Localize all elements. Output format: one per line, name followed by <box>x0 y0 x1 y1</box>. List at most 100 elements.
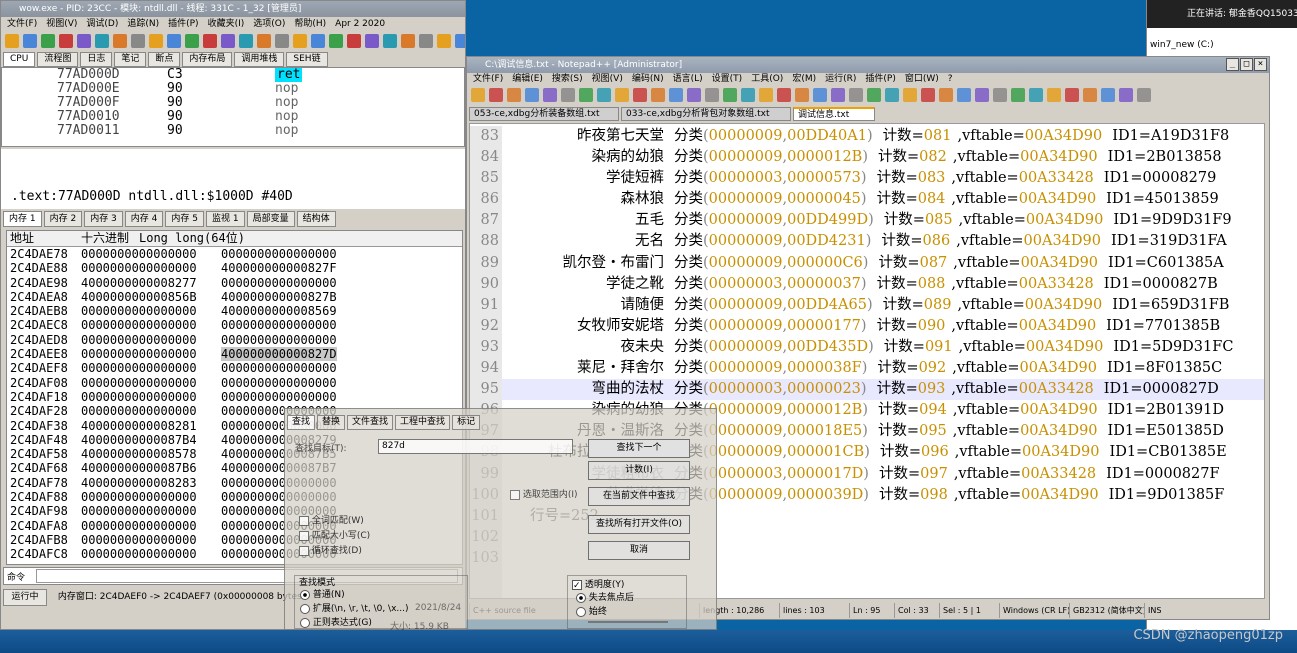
toolbar-icon[interactable] <box>561 88 575 102</box>
menu-item[interactable]: 视图(V) <box>592 72 623 86</box>
disasm-row[interactable]: 77AD000F 90 nop <box>57 96 464 110</box>
disassembly-pane[interactable]: 77AD000D C3 ret 77AD000E 90 nop 77AD000F 90 nop 7… <box>1 67 465 147</box>
menu-item[interactable]: 插件(P) <box>168 17 198 31</box>
toolbar-icon[interactable] <box>113 34 127 48</box>
tab-2[interactable]: 日志 <box>80 52 113 67</box>
toolbar-icon[interactable] <box>795 88 809 102</box>
toolbar-icon[interactable] <box>203 34 217 48</box>
disasm-row[interactable]: 77AD0010 90 nop <box>57 110 464 124</box>
toolbar-icon[interactable] <box>347 34 361 48</box>
toolbar-icon[interactable] <box>759 88 773 102</box>
toolbar-icon[interactable] <box>329 34 343 48</box>
menu-item[interactable]: 调试(D) <box>86 17 118 31</box>
toolbar-icon[interactable] <box>41 34 55 48</box>
tab-7[interactable]: SEH链 <box>286 52 328 67</box>
menu-item[interactable]: 追踪(N) <box>127 17 159 31</box>
memory-tab-2[interactable]: 内存 3 <box>84 211 123 227</box>
file-tab[interactable]: 调试信息.txt <box>793 107 875 121</box>
toolbar-icon[interactable] <box>5 34 19 48</box>
toolbar-icon[interactable] <box>77 34 91 48</box>
dump-row[interactable]: 2C4DAEB8 0000000000000000 4000000000008569 <box>7 304 462 318</box>
find-tab-4[interactable]: 标记 <box>452 415 481 430</box>
find-tab-0[interactable]: 查找 <box>287 415 316 430</box>
toolbar-icon[interactable] <box>777 88 791 102</box>
disasm-row[interactable]: 77AD000D C3 ret <box>57 68 464 82</box>
menu-item[interactable]: 收藏夹(I) <box>208 17 245 31</box>
menu-item[interactable]: 插件(P) <box>865 72 895 86</box>
toolbar-icon[interactable] <box>669 88 683 102</box>
menu-item[interactable]: 运行(R) <box>825 72 856 86</box>
toolbar-icon[interactable] <box>903 88 917 102</box>
toolbar-icon[interactable] <box>293 34 307 48</box>
toolbar-icon[interactable] <box>633 88 647 102</box>
mode-option[interactable]: 普通(N) <box>300 588 409 602</box>
editor-line[interactable]: 94 莱尼・拜舍尔 分类 (00000009,0000038F) 计数= 092 ,vfta… <box>470 358 1264 380</box>
find-option[interactable]: 匹配大小写(C) <box>299 529 370 544</box>
menu-item[interactable]: 编辑(E) <box>512 72 543 86</box>
file-tab[interactable]: 053-ce,xdbg分析装备数组.txt <box>469 107 619 121</box>
menu-item[interactable]: ? <box>948 72 953 86</box>
toolbar-icon[interactable] <box>651 88 665 102</box>
toolbar-icon[interactable] <box>957 88 971 102</box>
trans-option[interactable]: 始终 <box>576 605 634 619</box>
toolbar-icon[interactable] <box>507 88 521 102</box>
toolbar-icon[interactable] <box>831 88 845 102</box>
close-button[interactable]: × <box>1254 58 1267 71</box>
memory-tab-7[interactable]: 结构体 <box>296 211 336 227</box>
toolbar-icon[interactable] <box>185 34 199 48</box>
toolbar-icon[interactable] <box>867 88 881 102</box>
tab-3[interactable]: 笔记 <box>114 52 147 67</box>
dump-row[interactable]: 2C4DAEE8 0000000000000000 400000000000827D <box>7 347 462 362</box>
editor-line[interactable]: 88 无名 分类 (00000009,00DD4231) 计数= 086 ,vftable=… <box>470 231 1264 253</box>
dump-row[interactable]: 2C4DAEA8 400000000000856B 400000000000827B <box>7 290 462 304</box>
editor-line[interactable]: 86 森林狼 分类 (00000009,00000045) 计数= 084 ,vftable… <box>470 189 1264 211</box>
option-checkbox[interactable] <box>299 515 309 526</box>
minimize-button[interactable]: _ <box>1226 58 1239 71</box>
dump-row[interactable]: 2C4DAE78 0000000000000000 0000000000000000 <box>7 247 462 261</box>
dump-row[interactable]: 2C4DAEC8 0000000000000000 0000000000000000 <box>7 318 462 332</box>
trans-radio[interactable] <box>576 606 586 617</box>
tab-1[interactable]: 流程图 <box>37 52 79 67</box>
toolbar-icon[interactable] <box>813 88 827 102</box>
toolbar-icon[interactable] <box>1119 88 1133 102</box>
toolbar-icon[interactable] <box>741 88 755 102</box>
toolbar-icon[interactable] <box>23 34 37 48</box>
toolbar-icon[interactable] <box>167 34 181 48</box>
editor-line[interactable]: 95 弯曲的法杖 分类 (00000003,00000023) 计数= 093 ,vftab… <box>470 379 1264 401</box>
option-checkbox[interactable] <box>299 530 309 541</box>
find-tab-1[interactable]: 替换 <box>317 415 346 430</box>
menu-item[interactable]: 文件(F) <box>7 17 37 31</box>
toolbar-icon[interactable] <box>525 88 539 102</box>
transparency-slider[interactable] <box>588 621 668 623</box>
toolbar-icon[interactable] <box>723 88 737 102</box>
editor-line[interactable]: 83 昨夜第七天堂 分类 (00000009,00DD40A1) 计数= 081 ,vfta… <box>470 126 1264 148</box>
in-selection-checkbox[interactable] <box>510 489 520 500</box>
disasm-row[interactable]: 77AD000E 90 nop <box>57 82 464 96</box>
cancel-button[interactable]: 取消 <box>588 541 690 560</box>
menu-item[interactable]: 文件(F) <box>473 72 503 86</box>
toolbar-icon[interactable] <box>419 34 433 48</box>
dump-row[interactable]: 2C4DAEF8 0000000000000000 0000000000000000 <box>7 361 462 375</box>
find-option[interactable]: 全词匹配(W) <box>299 514 370 529</box>
mode-option[interactable]: 扩展(\n, \r, \t, \0, \x...) <box>300 602 409 616</box>
mode-radio[interactable] <box>300 603 310 614</box>
mode-radio[interactable] <box>300 617 310 628</box>
editor-line[interactable]: 92 女牧师安妮塔 分类 (00000009,00000177) 计数= 090 ,vfta… <box>470 315 1264 337</box>
menu-item[interactable]: 编码(N) <box>632 72 664 86</box>
menu-item[interactable]: 选项(O) <box>253 17 285 31</box>
editor-line[interactable]: 91 请随便 分类 (00000009,00DD4A65) 计数= 089 ,vftable… <box>470 294 1264 316</box>
toolbar-icon[interactable] <box>401 34 415 48</box>
editor-line[interactable]: 89 凯尔登・布雷门 分类 (00000009,000000C6) 计数= 087 ,vft… <box>470 252 1264 274</box>
toolbar-icon[interactable] <box>383 34 397 48</box>
memory-tab-5[interactable]: 监视 1 <box>205 211 245 227</box>
toolbar-icon[interactable] <box>543 88 557 102</box>
toolbar-icon[interactable] <box>849 88 863 102</box>
menu-item[interactable]: 搜索(S) <box>552 72 583 86</box>
tab-6[interactable]: 调用堆栈 <box>234 52 285 67</box>
toolbar-icon[interactable] <box>705 88 719 102</box>
toolbar-icon[interactable] <box>885 88 899 102</box>
find-next-button[interactable]: 查找下一个 <box>588 439 690 458</box>
memory-tab-3[interactable]: 内存 4 <box>124 211 164 227</box>
menu-item[interactable]: 语言(L) <box>673 72 703 86</box>
trans-option[interactable]: 失去焦点后 <box>576 591 634 605</box>
